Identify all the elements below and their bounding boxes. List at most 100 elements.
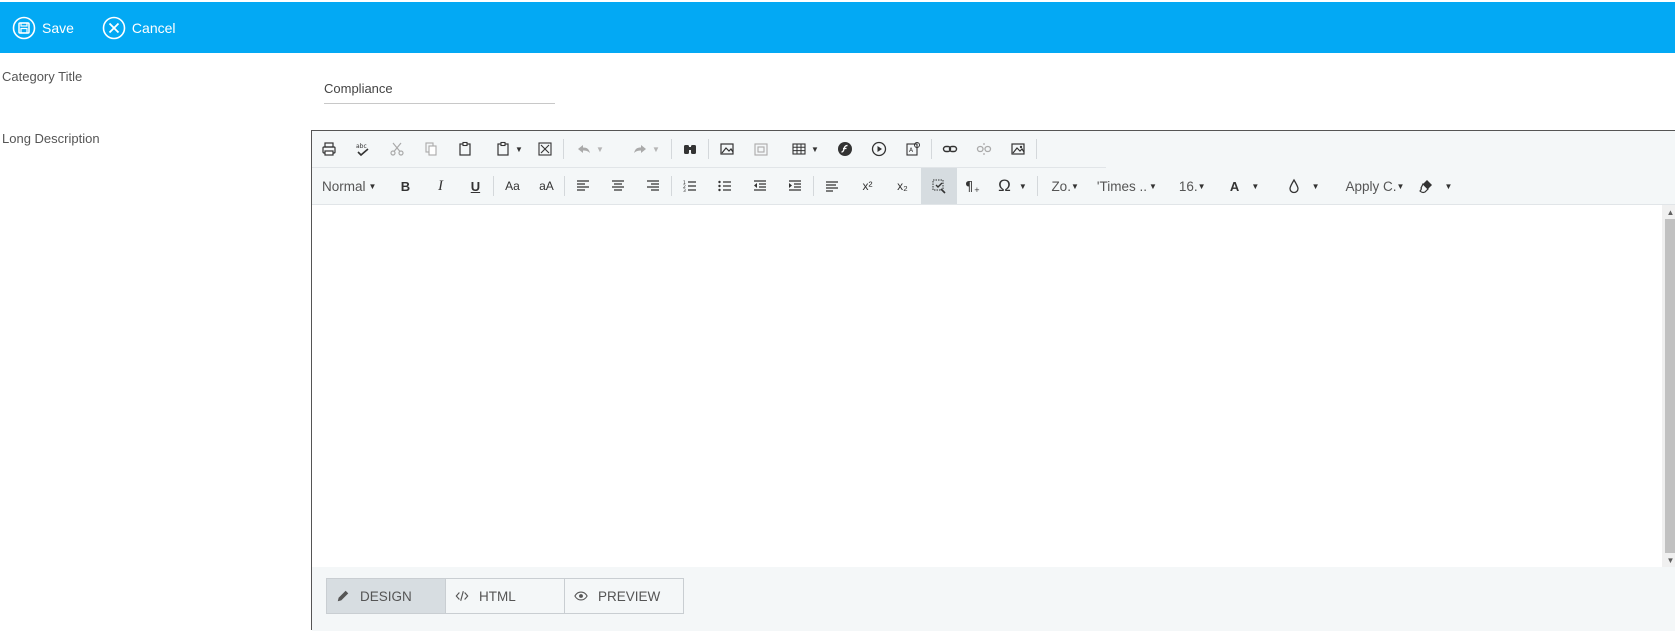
italic-button[interactable]: I [425,171,455,201]
paste-options-button[interactable]: ▼ [494,134,524,164]
chevron-down-icon: ▼ [596,144,604,154]
outdent-icon [754,180,767,191]
cut-button[interactable] [382,134,412,164]
print-icon [322,142,336,156]
toolbar-separator [931,139,932,159]
zoom-dropdown[interactable]: Zo. ▼ [1047,171,1078,201]
apply-css-value: Apply C. [1345,178,1397,194]
align-center-button[interactable] [603,171,633,201]
scroll-down-arrow-icon[interactable]: ▼ [1662,553,1675,567]
apply-css-dropdown[interactable]: Apply C. ▼ [1342,171,1405,201]
copy-button[interactable] [416,134,446,164]
fullscreen-button[interactable] [530,134,560,164]
toolbar-row-1: abc ▼ ▼ ▼ ▼ A [312,131,1106,168]
pencil-icon [337,590,349,602]
chevron-down-icon: ▼ [1251,181,1260,191]
upper-case-button[interactable]: aA [531,171,561,201]
spellcheck-icon: abc [356,143,369,157]
toolbar-separator [1036,139,1037,159]
align-left-icon [577,180,590,191]
font-size-dropdown[interactable]: 16. ▼ [1175,171,1206,201]
tab-preview-label: PREVIEW [598,588,661,604]
spellcheck-button[interactable]: abc [348,134,378,164]
tab-preview[interactable]: PREVIEW [564,578,684,614]
undo-button[interactable]: ▼ [575,134,605,164]
unlink-button[interactable] [969,134,999,164]
scrollbar-thumb[interactable] [1665,219,1675,553]
redo-button[interactable]: ▼ [631,134,661,164]
indent-icon [789,180,802,191]
format-painter-button[interactable]: ▼ [1418,171,1452,201]
insert-symbol-button[interactable]: Ω ▼ [997,171,1027,201]
table-icon [792,143,806,155]
fullscreen-icon [538,142,552,156]
tab-html[interactable]: HTML [445,578,565,614]
toolbar-separator [493,176,495,196]
paragraph-align-button[interactable] [817,171,847,201]
long-description-label: Long Description [2,131,100,146]
cancel-button[interactable]: Cancel [102,16,176,40]
top-action-bar: Save Cancel [0,2,1675,53]
fore-color-value: A [1229,178,1240,194]
bold-button[interactable]: B [390,171,420,201]
copy-icon [425,142,437,156]
document-manager-button[interactable]: A [898,134,928,164]
align-right-icon [647,180,660,191]
scroll-up-arrow-icon[interactable]: ▲ [1662,205,1675,219]
toolbar-separator [1037,176,1039,196]
cancel-label: Cancel [131,19,176,36]
superscript-button[interactable]: x² [852,171,882,201]
fore-color-button[interactable]: A ▼ [1230,171,1260,201]
find-icon [684,145,696,154]
editor-mode-bar: DESIGN HTML PREVIEW [312,567,1675,631]
code-icon [455,591,469,601]
align-right-button[interactable] [638,171,668,201]
chevron-down-icon: ▼ [811,144,819,154]
flash-button[interactable] [830,134,860,164]
indent-button[interactable] [780,171,810,201]
find-button[interactable] [675,134,705,164]
paragraph-style-value: Normal [322,178,366,194]
lower-case-button[interactable]: Aa [497,171,527,201]
toolbar-row-2: Normal ▼ B I U Aa aA 123 x² x₂ ¶ + Ω ▼ Z… [312,168,1675,205]
toolbar-separator [563,139,564,159]
image-map-button[interactable] [1003,134,1033,164]
numbered-list-button[interactable]: 123 [675,171,705,201]
toolbar-separator [708,139,709,159]
redo-icon [634,145,647,153]
insert-paragraph-button[interactable]: ¶ + [957,171,987,201]
underline-button[interactable]: U [460,171,490,201]
editor-content-area[interactable] [312,205,1664,567]
link-button[interactable] [935,134,965,164]
media-button[interactable] [864,134,894,164]
chevron-down-icon: ▼ [1311,181,1320,191]
chevron-down-icon: ▼ [368,181,377,191]
image-manager-button[interactable] [746,134,776,164]
image-manager-icon [754,143,768,156]
media-icon [871,141,887,157]
print-button[interactable] [314,134,344,164]
align-left-button[interactable] [568,171,598,201]
close-icon [102,16,126,39]
tab-design-label: DESIGN [360,588,412,604]
insert-image-button[interactable] [712,134,742,164]
vertical-scrollbar[interactable]: ▲ ▼ [1662,205,1675,567]
font-name-dropdown[interactable]: 'Times .. ▼ [1093,171,1157,201]
table-button[interactable]: ▼ [790,134,820,164]
bullet-list-icon [718,180,732,192]
subscript-button[interactable]: x₂ [887,171,917,201]
paste-button[interactable] [450,134,480,164]
category-title-input[interactable] [324,73,555,104]
chevron-down-icon: ▼ [1018,181,1027,191]
insert-image-icon [720,143,734,155]
save-button[interactable]: Save [12,16,74,40]
save-label: Save [42,19,74,36]
paragraph-style-dropdown[interactable]: Normal ▼ [322,171,376,201]
paragraph-align-icon [826,181,839,192]
bullet-list-button[interactable] [710,171,740,201]
outdent-button[interactable] [745,171,775,201]
format-stripper-button[interactable] [921,168,958,204]
tab-design[interactable]: DESIGN [326,578,446,614]
chevron-down-icon: ▼ [1444,181,1453,191]
back-color-button[interactable]: ▼ [1286,171,1320,201]
